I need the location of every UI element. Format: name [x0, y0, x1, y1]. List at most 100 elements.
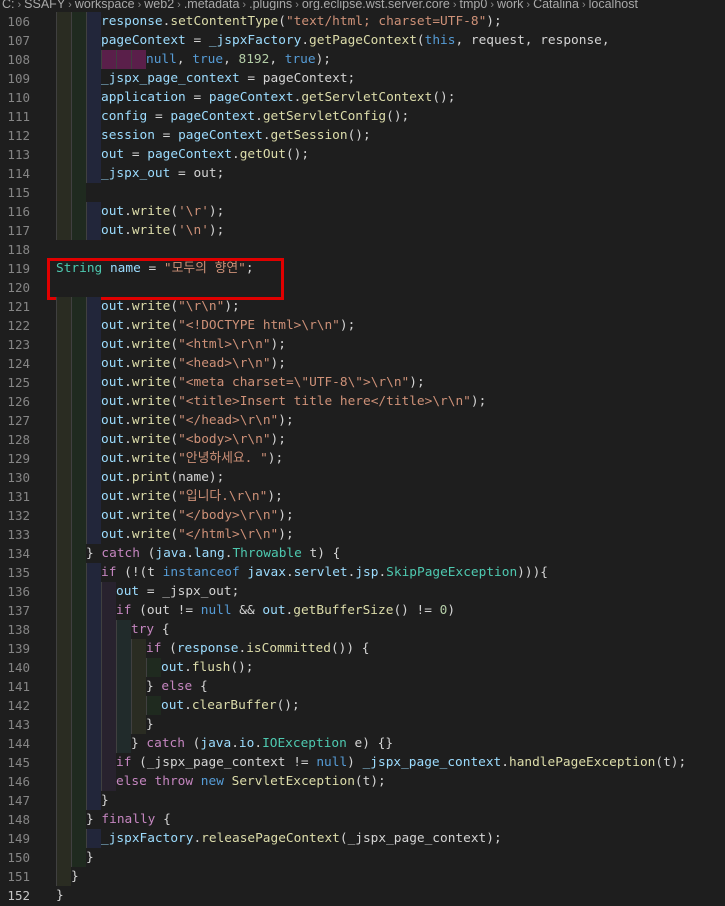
code-line[interactable]: 126 out.write("<title>Insert title here</… [0, 392, 725, 411]
code-token: ); [270, 432, 286, 447]
line-number: 152 [7, 888, 30, 903]
code-line[interactable]: 149 _jspxFactory.releasePageContext(_jspx… [0, 829, 725, 848]
code-line[interactable]: 125 out.write("<meta charset=\"UTF-8\">\r… [0, 373, 725, 392]
code-token: . [186, 546, 194, 561]
breadcrumb-item[interactable]: Catalina [533, 0, 579, 10]
breadcrumb-item[interactable]: .plugins [249, 0, 292, 10]
code-token: . [231, 736, 239, 751]
code-line[interactable]: 131 out.write("입니다.\r\n"); [0, 487, 725, 506]
code-token: ); [278, 508, 294, 523]
code-line[interactable]: 138 try { [0, 620, 725, 639]
code-line[interactable]: 145 if (_jspx_page_context != null) _jspx… [0, 753, 725, 772]
code-line[interactable]: 108 null, true, 8192, true); [0, 50, 725, 69]
indent-guide [71, 88, 86, 107]
code-line[interactable]: 151} [0, 867, 725, 886]
code-line[interactable]: 128 out.write("<body>\r\n"); [0, 430, 725, 449]
code-token: name [109, 261, 141, 276]
chevron-right-icon: › [526, 0, 531, 10]
code-token: = _jspx_out; [139, 584, 240, 599]
code-token: ); [315, 52, 331, 67]
indent-guide [86, 582, 101, 601]
code-text: out.write("<title>Insert title here</tit… [101, 392, 486, 411]
code-line[interactable]: 124 out.write("<head>\r\n"); [0, 354, 725, 373]
code-line[interactable]: 115 [0, 183, 725, 202]
indent-guide [86, 126, 101, 145]
code-line[interactable]: 106 response.setContentType("text/html; c… [0, 12, 725, 31]
code-line[interactable]: 144} catch (java.io.IOException e) {} [0, 734, 725, 753]
code-line[interactable]: 139 if (response.isCommitted()) { [0, 639, 725, 658]
indent-guide [71, 639, 86, 658]
code-token: ) [447, 603, 456, 618]
code-token: } [86, 546, 102, 561]
code-token: ServletException [231, 774, 355, 789]
code-line[interactable]: 110 application = pageContext.getServletC… [0, 88, 725, 107]
code-token: ); [270, 356, 286, 371]
chevron-right-icon: › [452, 0, 457, 10]
code-line[interactable]: 117 out.write('\n'); [0, 221, 725, 240]
indent-guide [56, 221, 71, 240]
breadcrumb-item[interactable]: .metadata [184, 0, 240, 10]
code-line[interactable]: 135 if (!(t instanceof javax.servlet.jsp.… [0, 563, 725, 582]
indent-guide [86, 734, 101, 753]
code-line[interactable]: 140 out.flush(); [0, 658, 725, 677]
code-token: null [200, 603, 232, 618]
code-editor[interactable]: 106 response.setContentType("text/html; c… [0, 12, 725, 905]
breadcrumb-item[interactable]: tmp0 [460, 0, 488, 10]
indent-guide [56, 506, 71, 525]
code-line[interactable]: 120 [0, 278, 725, 297]
code-line[interactable]: 116 out.write('\r'); [0, 202, 725, 221]
code-token: . [254, 736, 263, 751]
breadcrumb-item[interactable]: work [497, 0, 523, 10]
code-line[interactable]: 142 out.clearBuffer(); [0, 696, 725, 715]
code-line[interactable]: 127 out.write("</head>\r\n"); [0, 411, 725, 430]
code-line[interactable]: 122 out.write("<!DOCTYPE html>\r\n"); [0, 316, 725, 335]
code-line[interactable]: 132 out.write("</body>\r\n"); [0, 506, 725, 525]
breadcrumb-item[interactable]: workspace [75, 0, 135, 10]
indent-guide [131, 639, 146, 658]
indent-guide [86, 449, 101, 468]
code-token: ( [184, 736, 201, 751]
code-line[interactable]: 147} [0, 791, 725, 810]
chevron-right-icon: › [68, 0, 72, 10]
line-number: 123 [7, 337, 30, 352]
indent-guide [56, 297, 71, 316]
code-line[interactable]: 109 _jspx_page_context = pageContext; [0, 69, 725, 88]
code-line[interactable]: 113 out = pageContext.getOut(); [0, 145, 725, 164]
code-line[interactable]: 130 out.print(name); [0, 468, 725, 487]
code-line[interactable]: 141} else { [0, 677, 725, 696]
code-line[interactable]: 152} [0, 886, 725, 905]
code-line[interactable]: 133 out.write("</html>\r\n"); [0, 525, 725, 544]
code-line[interactable]: 121 out.write("\r\n"); [0, 297, 725, 316]
chevron-right-icon: › [490, 0, 494, 10]
code-token: ) [347, 755, 363, 770]
code-line[interactable]: 129 out.write("안녕하세요. "); [0, 449, 725, 468]
code-line[interactable]: 143} [0, 715, 725, 734]
breadcrumb-item[interactable]: C: [2, 0, 15, 10]
code-text: } [101, 791, 109, 810]
code-line[interactable]: 134} catch (java.lang.Throwable t) { [0, 544, 725, 563]
indent-guide [71, 791, 86, 810]
code-line[interactable]: 112 session = pageContext.getSession(); [0, 126, 725, 145]
indent-guide [56, 50, 71, 69]
code-line[interactable]: 150} [0, 848, 725, 867]
code-text: out.write('\r'); [101, 202, 224, 221]
code-line[interactable]: 148} finally { [0, 810, 725, 829]
indent-guide [56, 639, 71, 658]
code-line[interactable]: 119 String name = "모두의 향연"; [0, 259, 725, 278]
code-line[interactable]: 123 out.write("<html>\r\n"); [0, 335, 725, 354]
code-line[interactable]: 114 _jspx_out = out; [0, 164, 725, 183]
indent-guide [101, 601, 116, 620]
breadcrumb-item[interactable]: web2 [144, 0, 174, 10]
code-token: out [101, 356, 125, 371]
code-line[interactable]: 146 else throw new ServletException(t); [0, 772, 725, 791]
code-line[interactable]: 118 [0, 240, 725, 259]
code-line[interactable]: 137 if (out != null && out.getBufferSize(… [0, 601, 725, 620]
code-line[interactable]: 136 out = _jspx_out; [0, 582, 725, 601]
code-line[interactable]: 107 pageContext = _jspxFactory.getPageCon… [0, 31, 725, 50]
breadcrumb-item[interactable]: localhost [589, 0, 638, 10]
code-line[interactable]: 111 config = pageContext.getServletConfig… [0, 107, 725, 126]
code-token: else [161, 679, 193, 694]
code-token: = [185, 90, 209, 105]
breadcrumb-item[interactable]: SSAFY [24, 0, 65, 10]
breadcrumb-item[interactable]: org.eclipse.wst.server.core [302, 0, 450, 10]
